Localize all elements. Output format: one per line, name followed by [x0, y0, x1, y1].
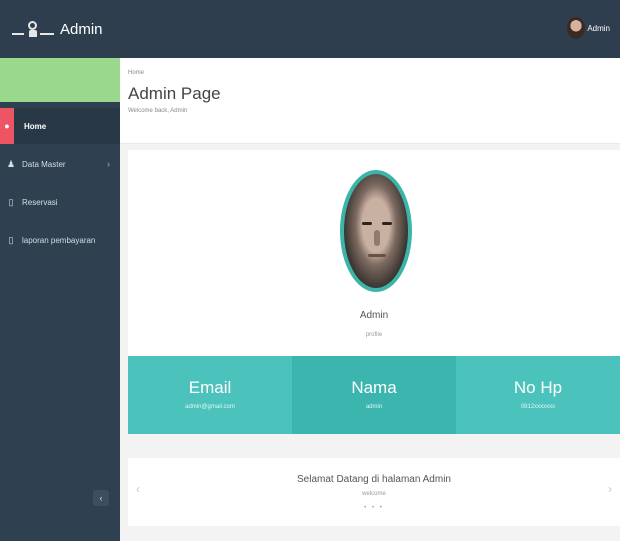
welcome-carousel: ‹ Selamat Datang di halaman Admin welcom… — [128, 458, 620, 526]
brand-title: Admin — [60, 20, 103, 38]
carousel-subtitle: welcome — [362, 491, 386, 497]
avatar — [567, 17, 586, 39]
stat-nama: Nama admin — [292, 356, 456, 434]
stat-label: Nama — [351, 378, 397, 397]
stat-email: Email admin@gmail.com — [128, 356, 292, 434]
stat-label: Email — [188, 378, 232, 397]
top-navbar: Admin Admin — [0, 0, 620, 58]
sidebar-header — [0, 58, 120, 102]
sidebar-item-home[interactable]: ● Home — [0, 108, 120, 144]
sidebar: ● Home ♟ Data Master › ▯ Reservasi ▯ lap… — [0, 58, 120, 541]
brand[interactable]: Admin — [12, 16, 103, 42]
sidebar-item-data-master[interactable]: ♟ Data Master › — [0, 146, 120, 182]
stat-no-hp: No Hp 0812xxxxxxx — [456, 356, 620, 434]
sidebar-item-label: Data Master — [22, 159, 66, 169]
stat-value: admin@gmail.com — [185, 404, 235, 410]
sidebar-item-label: Home — [24, 121, 47, 131]
breadcrumb[interactable]: Home — [128, 70, 144, 76]
page-title: Admin Page — [128, 84, 221, 103]
profile-card: Admin profile — [128, 150, 620, 356]
profile-avatar — [340, 170, 412, 292]
brand-logo-icon — [12, 19, 56, 39]
chevron-left-icon: ‹ — [99, 493, 103, 503]
chevron-right-icon: › — [107, 159, 110, 169]
user-icon: ♟ — [6, 158, 16, 169]
page-subtitle: Welcome back, Admin — [128, 108, 188, 114]
user-name: Admin — [587, 23, 610, 33]
sidebar-item-reservasi[interactable]: ▯ Reservasi — [0, 184, 120, 220]
carousel-indicators[interactable]: • • • — [128, 505, 620, 511]
sidebar-item-label: Reservasi — [22, 197, 58, 207]
user-menu[interactable]: Admin — [567, 17, 610, 39]
sidebar-collapse-button[interactable]: ‹ — [93, 490, 109, 506]
sidebar-item-laporan[interactable]: ▯ laporan pembayaran — [0, 222, 120, 258]
stats-row: Email admin@gmail.com Nama admin No Hp 0… — [128, 356, 620, 434]
document-icon: ▯ — [8, 196, 14, 207]
stat-value: 0812xxxxxxx — [520, 404, 556, 410]
profile-name: Admin — [359, 310, 389, 321]
profile-role: profile — [365, 332, 383, 338]
carousel-title: Selamat Datang di halaman Admin — [297, 474, 451, 485]
page-heading: Home Admin Page Welcome back, Admin — [120, 58, 620, 144]
document-icon: ▯ — [8, 234, 14, 245]
home-icon: ● — [0, 108, 14, 144]
stat-value: admin — [365, 404, 383, 410]
stat-label: No Hp — [513, 378, 563, 397]
carousel-next-icon[interactable]: › — [608, 482, 612, 496]
sidebar-item-label: laporan pembayaran — [22, 235, 96, 245]
